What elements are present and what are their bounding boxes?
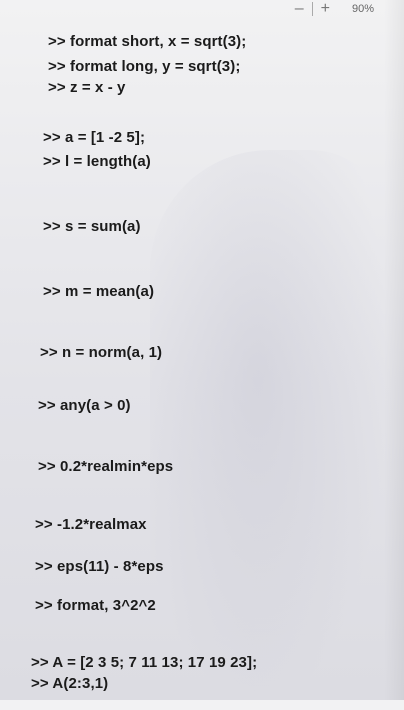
command-line: >> a = [1 -2 5]; bbox=[43, 129, 146, 146]
command-line: >> A = [2 3 5; 7 11 13; 17 19 23]; bbox=[31, 654, 258, 671]
command-line: >> n = norm(a, 1) bbox=[40, 344, 163, 361]
toolbar-divider bbox=[311, 2, 313, 16]
command-line: >> l = length(a) bbox=[43, 153, 151, 170]
zoom-level: 90% bbox=[351, 3, 374, 15]
command-line: >> m = mean(a) bbox=[43, 283, 155, 300]
zoom-in-button[interactable]: + bbox=[321, 1, 330, 17]
command-line: >> eps(11) - 8*eps bbox=[35, 558, 164, 575]
zoom-toolbar: – + 90% bbox=[244, 0, 404, 18]
command-line: >> format short, x = sqrt(3); bbox=[48, 33, 247, 50]
command-line: >> s = sum(a) bbox=[43, 218, 141, 235]
command-line: >> any(a > 0) bbox=[38, 397, 131, 414]
command-line: >> z = x - y bbox=[48, 79, 126, 96]
window-edge bbox=[384, 0, 404, 700]
command-line: >> format, 3^2^2 bbox=[35, 597, 156, 614]
command-line: >> 0.2*realmin*eps bbox=[38, 458, 174, 475]
zoom-out-button[interactable]: – bbox=[295, 1, 304, 17]
background-shadow bbox=[150, 150, 390, 710]
command-line: >> A(2:3,1) bbox=[31, 675, 109, 692]
command-line: >> -1.2*realmax bbox=[35, 516, 147, 533]
command-line: >> format long, y = sqrt(3); bbox=[48, 58, 241, 75]
